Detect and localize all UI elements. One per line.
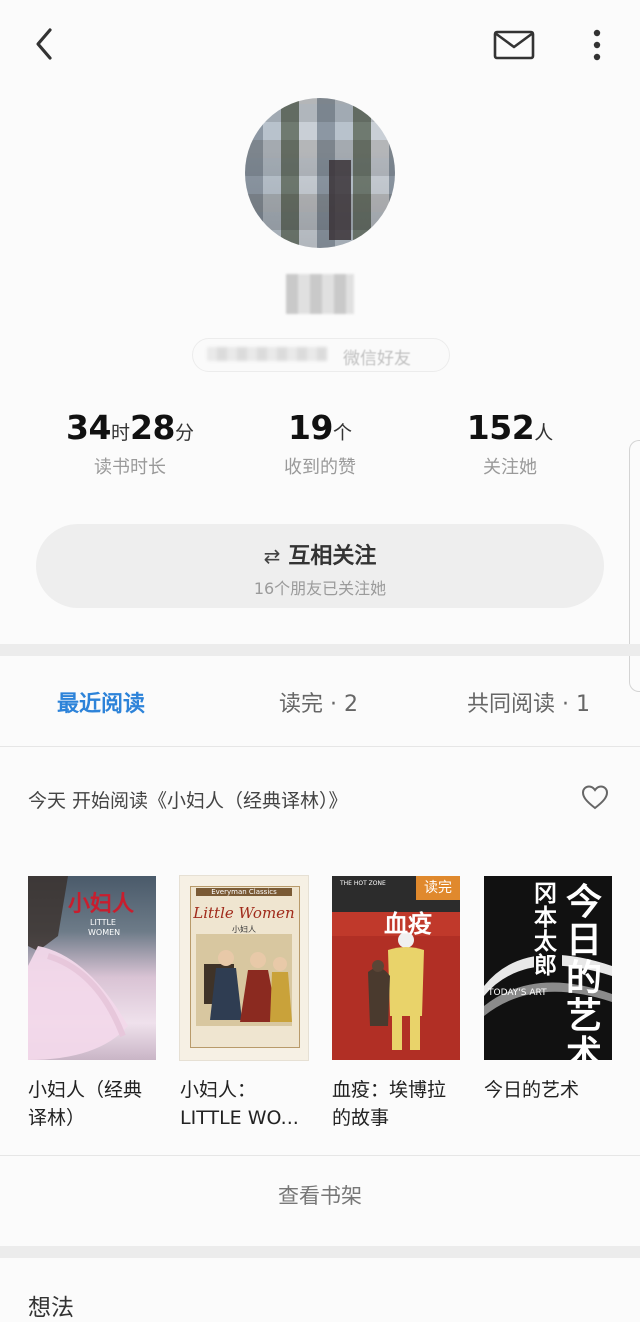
book-cover[interactable]: Everyman Classics Little Women 小妇人: [180, 876, 308, 1060]
shelf-divider: [0, 1155, 640, 1156]
cover-title: 小妇人: [68, 892, 135, 917]
book-title[interactable]: 小妇人： LITTLE WO...: [180, 1076, 312, 1132]
book-title-line: 今日的艺术: [484, 1079, 580, 1101]
cover-author: 冈本太郎: [534, 882, 562, 978]
section-divider: [0, 1246, 640, 1258]
book-title-line: 的故事: [332, 1107, 390, 1129]
cover-subtitle: LITTLE: [90, 918, 116, 927]
stat-likes-count: 19: [288, 408, 333, 447]
cover-title: 血疫: [384, 910, 432, 938]
tab-finished[interactable]: 读完 · 2: [279, 686, 358, 718]
stat-label: 读书时长: [94, 457, 166, 478]
stat-likes[interactable]: 19个 收到的赞: [220, 408, 420, 479]
book-cover[interactable]: 小妇人 LITTLE WOMEN: [28, 876, 156, 1060]
cover-subtitle: WOMEN: [88, 928, 121, 937]
swap-arrows-icon: ⇄: [263, 544, 281, 568]
book-cover[interactable]: 读完 THE HOT ZONE 血疫: [332, 876, 460, 1060]
finished-badge: 读完: [416, 876, 460, 900]
avatar-figure: [329, 160, 351, 240]
stat-label: 收到的赞: [284, 457, 356, 478]
tag-blurred-text: [207, 347, 327, 361]
avatar[interactable]: [245, 98, 395, 248]
section-divider: [0, 644, 640, 656]
stat-reading-time[interactable]: 34时28分 读书时长: [30, 408, 230, 479]
stat-minutes: 28: [130, 408, 175, 447]
mail-icon[interactable]: [492, 28, 536, 62]
book-title[interactable]: 小妇人（经典 译林）: [28, 1076, 160, 1132]
cover-series: Everyman Classics: [196, 888, 292, 896]
stat-followers[interactable]: 152人 关注她: [410, 408, 610, 479]
ideas-heading: 想法: [28, 1295, 74, 1321]
book-title[interactable]: 今日的艺术: [484, 1076, 616, 1104]
tab-common-reading[interactable]: 共同阅读 · 1: [467, 686, 590, 718]
stat-hours-unit: 时: [110, 422, 130, 444]
activity-text: 今天 开始阅读《小妇人（经典译林）》: [28, 790, 348, 812]
view-bookshelf-button[interactable]: 查看书架: [0, 1180, 640, 1210]
follow-subtext: 16个朋友已关注她: [253, 579, 387, 598]
book-title-line: 小妇人：: [180, 1079, 257, 1101]
mutual-follow-button[interactable]: ⇄ 互相关注 16个朋友已关注她: [36, 524, 604, 608]
stat-minutes-unit: 分: [174, 422, 194, 444]
stat-hours: 34: [66, 408, 111, 447]
tag-text: 微信好友: [343, 349, 411, 369]
more-vertical-icon[interactable]: [586, 26, 608, 66]
follow-label: 互相关注: [288, 544, 377, 569]
stat-followers-count: 152: [466, 408, 535, 447]
cover-title: 今日的艺术: [566, 882, 603, 1061]
nickname-blurred: [286, 274, 354, 314]
cover-title: Little Women: [193, 904, 295, 922]
book-title-line: LITTLE WO...: [180, 1107, 299, 1129]
cover-subtitle: THE HOT ZONE: [340, 880, 386, 887]
friend-tag-pill: 微信好友: [192, 338, 450, 372]
back-chevron-icon[interactable]: [28, 24, 64, 64]
stat-followers-unit: 人: [534, 422, 554, 444]
book-title-line: 译林）: [28, 1107, 86, 1129]
avatar-pixelation: [245, 98, 395, 248]
tab-recent-reading[interactable]: 最近阅读: [57, 686, 145, 718]
stat-label: 关注她: [483, 457, 537, 478]
cover-subtitle: TODAY'S ART: [488, 988, 547, 998]
book-title-line: 小妇人（经典: [28, 1079, 143, 1101]
tab-divider: [0, 746, 640, 747]
book-title-line: 血疫：埃博拉: [332, 1079, 447, 1101]
heart-icon[interactable]: [580, 782, 610, 812]
book-title[interactable]: 血疫：埃博拉 的故事: [332, 1076, 464, 1132]
stat-likes-unit: 个: [332, 422, 352, 444]
cover-illustration: [196, 934, 292, 1026]
book-cover[interactable]: 今日的艺术 冈本太郎 TODAY'S ART: [484, 876, 612, 1060]
